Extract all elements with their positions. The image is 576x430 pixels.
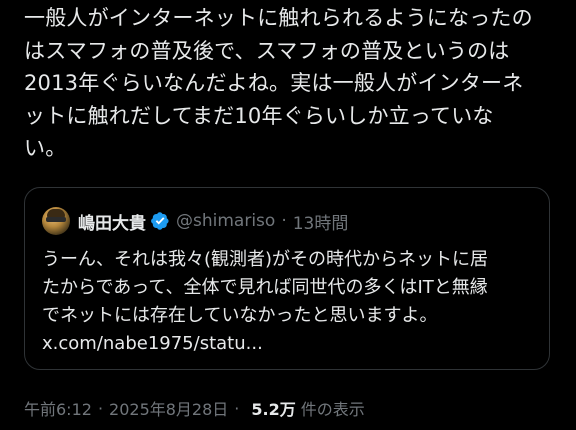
views-label[interactable]: 件の表示 [301,396,365,420]
quoted-tweet-card[interactable]: 嶋田大貴 @shimariso · 13時間 うーん、それは我々(観測者)がその… [24,187,550,370]
quoted-line: でネットには存在していなかったと思いますよ。 [42,305,438,326]
tweet-body: 一般人がインターネットに触れられるようになったの はスマフォの普及後で、スマフォ… [24,2,560,165]
quoted-line: たからであって、全体で見れば同世代の多くはITと無縁 [42,277,488,298]
quoted-timestamp[interactable]: 13時間 [293,209,349,234]
meta-separator: · [234,398,240,418]
avatar-goggles [46,217,66,222]
avatar[interactable] [42,207,70,235]
quoted-link[interactable]: x.com/nabe1975/statu... [42,330,542,358]
quoted-display-name[interactable]: 嶋田大貴 [78,209,146,234]
meta-separator: · [97,398,104,418]
views-count[interactable]: 5.2万 [251,396,295,420]
quoted-handle[interactable]: @shimariso [176,211,275,231]
tweet-line: 一般人がインターネットに触れられるようになったの [24,6,533,30]
quoted-tweet-body: うーん、それは我々(観測者)がその時代からネットに居 たからであって、全体で見れ… [42,246,542,358]
quoted-tweet-header: 嶋田大貴 @shimariso · 13時間 [42,206,348,236]
tweet-line: 2013年ぐらいなんだよね。実は一般人がインターネ [24,71,524,95]
verified-badge-icon [151,212,169,230]
tweet-line: い。 [24,136,67,160]
tweet-metadata: 午前6:12 · 2025年8月28日 · 5.2万 件の表示 [24,396,365,420]
quoted-line: うーん、それは我々(観測者)がその時代からネットに居 [42,249,489,270]
tweet-time[interactable]: 午前6:12 [24,396,92,420]
tweet-date[interactable]: 2025年8月28日 [109,396,228,420]
header-separator: · [281,211,287,231]
tweet-line: ットに触れだしてまだ10年ぐらいしか立っていな [24,103,494,128]
tweet-line: はスマフォの普及後で、スマフォの普及というのは [24,38,510,63]
